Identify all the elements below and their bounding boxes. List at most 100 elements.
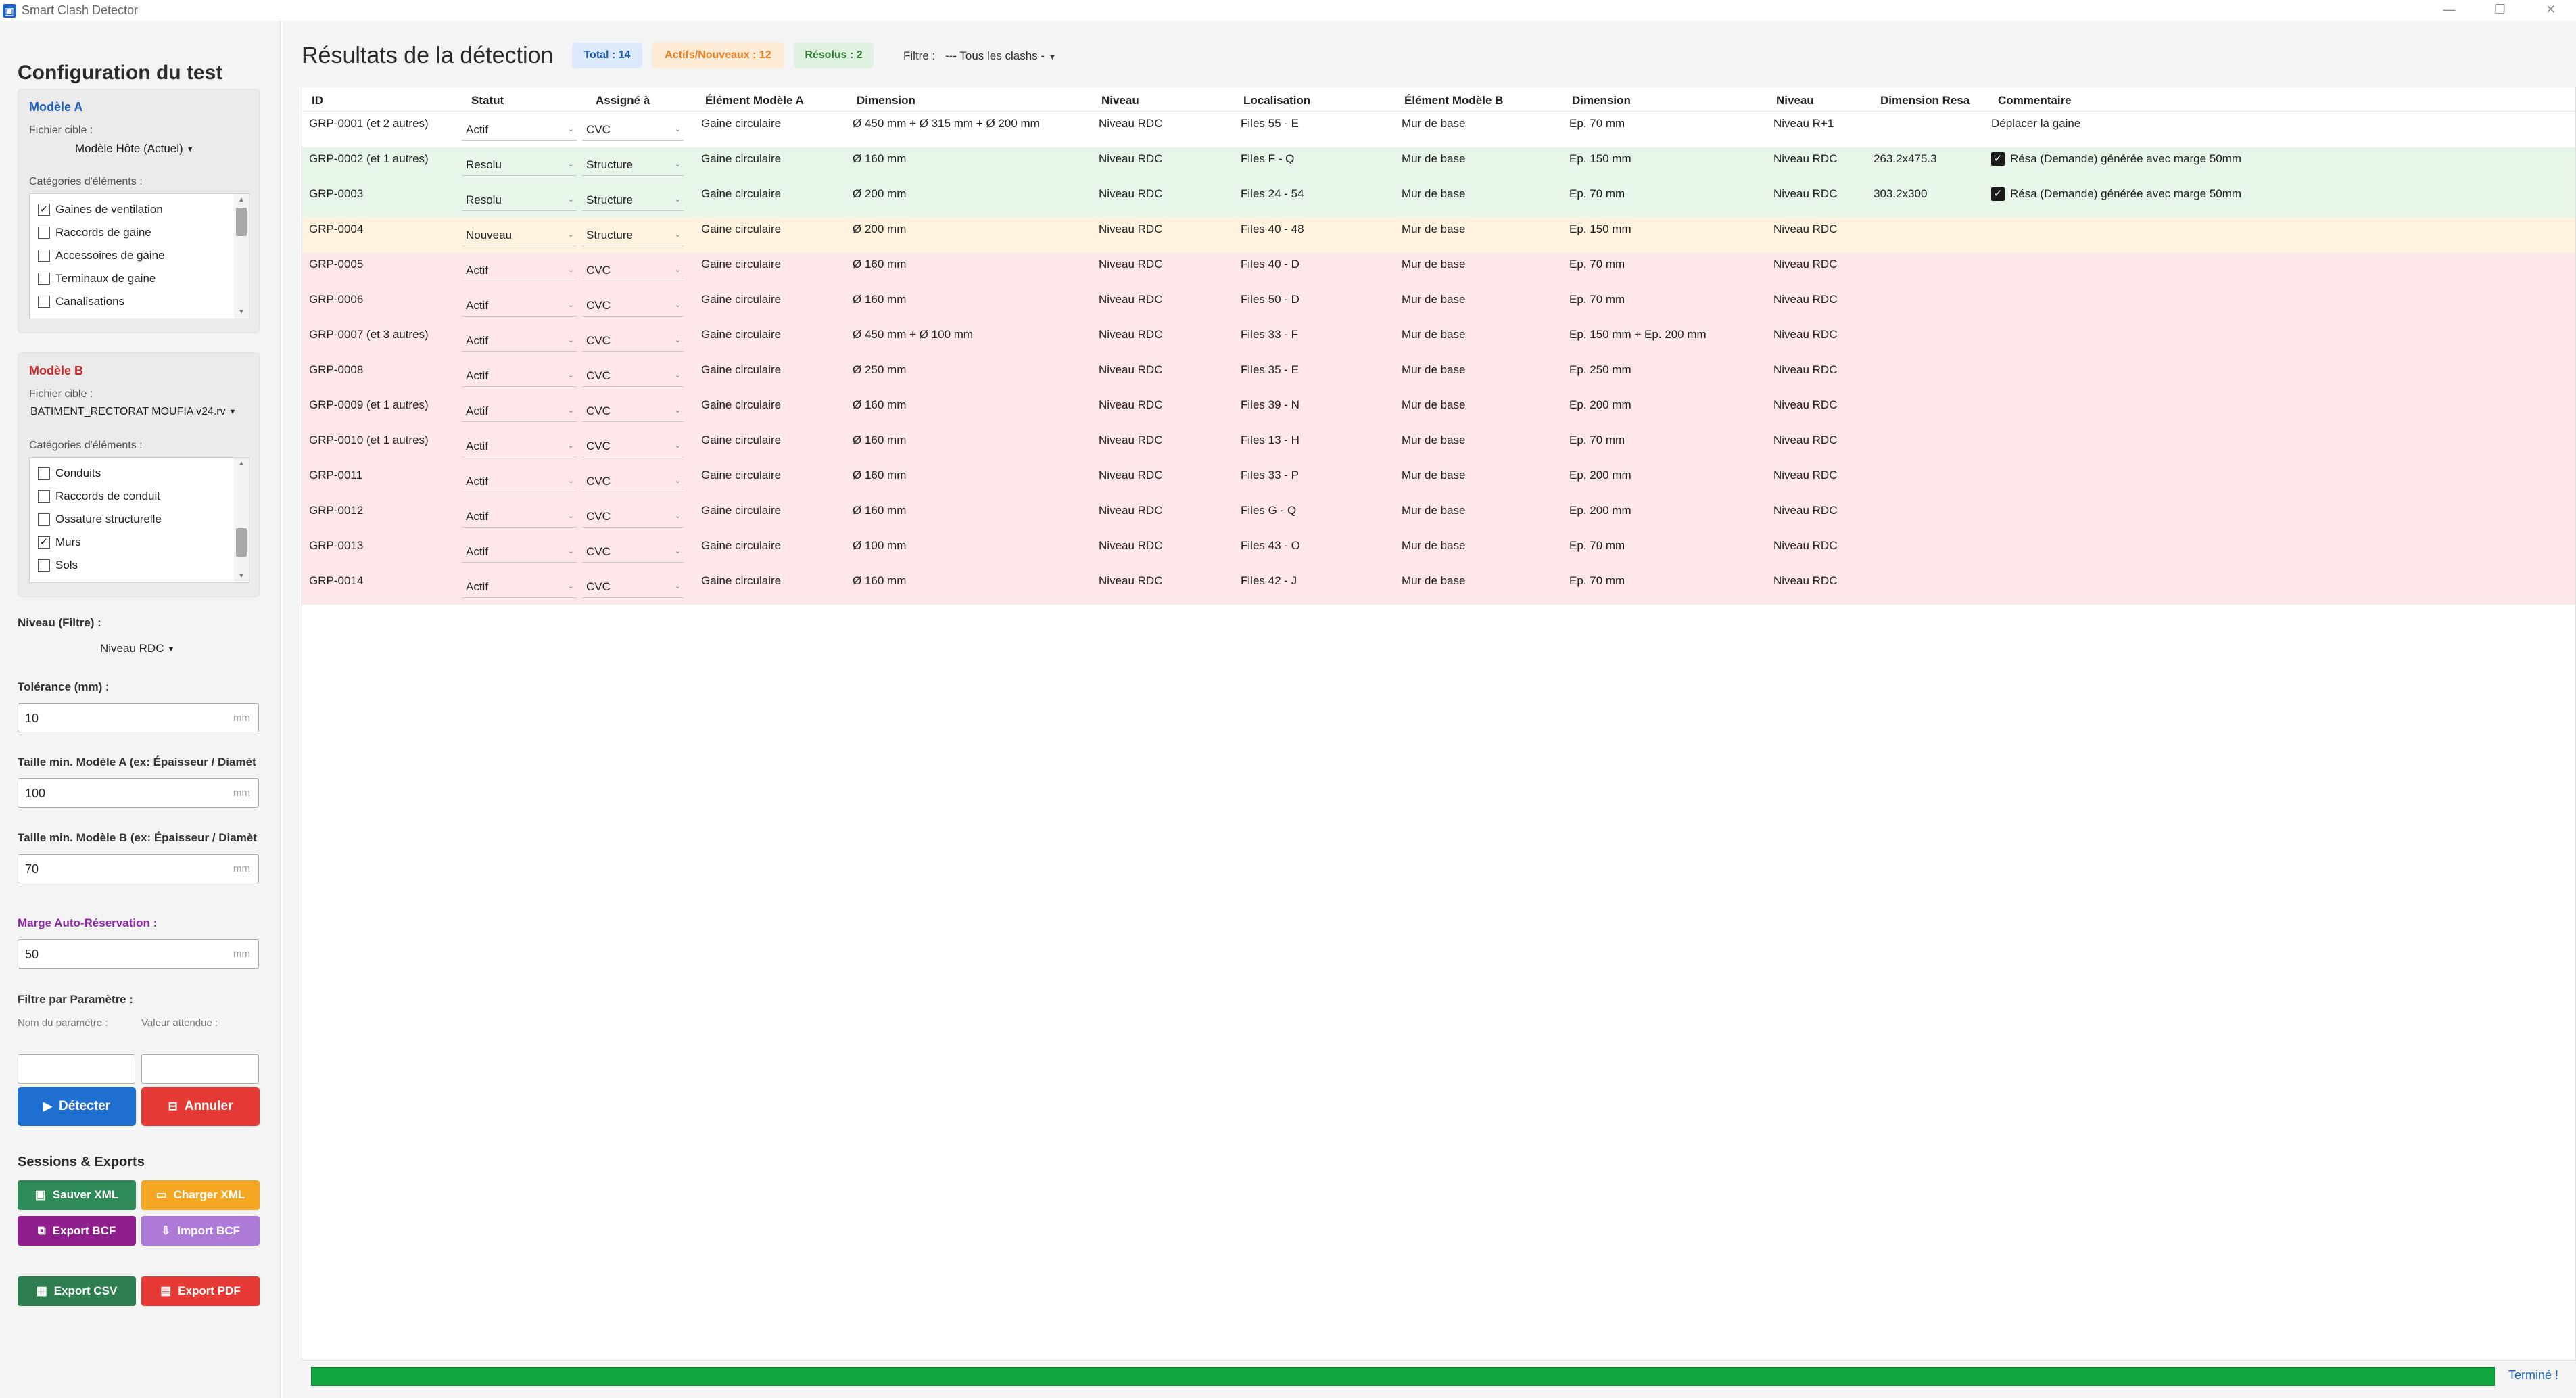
checkbox-icon[interactable] bbox=[38, 250, 50, 262]
checkbox-checked-icon[interactable]: ✓ bbox=[38, 204, 50, 216]
param-name-input[interactable] bbox=[18, 1054, 135, 1084]
column-header[interactable]: ID bbox=[312, 94, 323, 108]
column-header[interactable]: Dimension bbox=[857, 94, 915, 108]
model_a-category-item[interactable]: ✓ Gaines de ventilation bbox=[38, 201, 163, 218]
checkbox-checked-icon[interactable]: ✓ bbox=[1991, 187, 2005, 201]
status-combo[interactable]: Actif ⌄ bbox=[462, 510, 577, 528]
min-size-b-input[interactable]: 70 mm bbox=[18, 854, 259, 883]
checkbox-icon[interactable] bbox=[38, 467, 50, 480]
table-row[interactable]: GRP-0005 Actif ⌄ CVC ⌄ Gaine circulaire Ø 160 … bbox=[302, 253, 2575, 288]
close-icon[interactable]: ✕ bbox=[2525, 0, 2576, 21]
table-row[interactable]: GRP-0012 Actif ⌄ CVC ⌄ Gaine circulaire Ø 160 … bbox=[302, 499, 2575, 534]
status-combo[interactable]: Resolu ⌄ bbox=[462, 158, 577, 176]
checkbox-icon[interactable] bbox=[38, 513, 50, 526]
status-combo[interactable]: Actif ⌄ bbox=[462, 440, 577, 457]
checkbox-icon[interactable] bbox=[38, 296, 50, 308]
assigned-combo[interactable]: Structure ⌄ bbox=[582, 229, 684, 246]
status-combo[interactable]: Actif ⌄ bbox=[462, 580, 577, 598]
scrollbar[interactable]: ▲ ▼ bbox=[234, 458, 249, 582]
status-combo[interactable]: Nouveau ⌄ bbox=[462, 229, 577, 246]
scroll-thumb[interactable] bbox=[236, 528, 247, 557]
column-header[interactable]: Assigné à bbox=[596, 94, 650, 108]
scroll-thumb[interactable] bbox=[236, 208, 247, 236]
model_b-category-item[interactable]: Conduits bbox=[38, 465, 101, 482]
column-header[interactable]: Dimension Resa bbox=[1880, 94, 1970, 108]
model-b-file-dropdown[interactable]: BATIMENT_RECTORAT MOUFIA v24.rv ▼ bbox=[30, 406, 237, 418]
status-combo[interactable]: Actif ⌄ bbox=[462, 334, 577, 352]
assigned-combo[interactable]: CVC ⌄ bbox=[582, 264, 684, 281]
assigned-combo[interactable]: CVC ⌄ bbox=[582, 510, 684, 528]
table-row[interactable]: GRP-0007 (et 3 autres) Actif ⌄ CVC ⌄ Gaine ci… bbox=[302, 323, 2575, 358]
table-row[interactable]: GRP-0008 Actif ⌄ CVC ⌄ Gaine circulaire Ø 250 … bbox=[302, 358, 2575, 394]
assigned-combo[interactable]: CVC ⌄ bbox=[582, 299, 684, 317]
model_a-category-item[interactable]: Raccords de gaine bbox=[38, 224, 151, 241]
table-row[interactable]: GRP-0009 (et 1 autres) Actif ⌄ CVC ⌄ Gaine ci… bbox=[302, 394, 2575, 429]
model_b-category-item[interactable]: Ossature structurelle bbox=[38, 511, 162, 528]
save-xml-button[interactable]: ▣ Sauver XML bbox=[18, 1180, 136, 1210]
checkbox-icon[interactable] bbox=[38, 227, 50, 239]
table-row[interactable]: GRP-0003 Resolu ⌄ Structure ⌄ Gaine circulair… bbox=[302, 183, 2575, 218]
scroll-up-icon[interactable]: ▲ bbox=[234, 458, 249, 470]
param-value-input[interactable] bbox=[141, 1054, 259, 1084]
table-row[interactable]: GRP-0004 Nouveau ⌄ Structure ⌄ Gaine circulai… bbox=[302, 218, 2575, 253]
auto-margin-input[interactable]: 50 mm bbox=[18, 939, 259, 969]
checkbox-icon[interactable] bbox=[38, 273, 50, 285]
minimize-icon[interactable]: — bbox=[2424, 0, 2475, 21]
assigned-combo[interactable]: CVC ⌄ bbox=[582, 369, 684, 387]
detect-button[interactable]: ▶ Détecter bbox=[18, 1087, 136, 1126]
column-header[interactable]: Niveau bbox=[1101, 94, 1139, 108]
status-combo[interactable]: Actif ⌄ bbox=[462, 299, 577, 317]
assigned-combo[interactable]: Structure ⌄ bbox=[582, 193, 684, 211]
column-header[interactable]: Niveau bbox=[1776, 94, 1814, 108]
table-row[interactable]: GRP-0002 (et 1 autres) Resolu ⌄ Structure ⌄ G… bbox=[302, 147, 2575, 183]
status-combo[interactable]: Actif ⌄ bbox=[462, 545, 577, 563]
model_b-category-item[interactable]: Sols bbox=[38, 557, 78, 574]
scroll-down-icon[interactable]: ▼ bbox=[234, 570, 249, 582]
import-bcf-button[interactable]: ⇩ Import BCF bbox=[141, 1216, 260, 1246]
model_a-category-item[interactable]: Accessoires de gaine bbox=[38, 247, 165, 264]
assigned-combo[interactable]: CVC ⌄ bbox=[582, 545, 684, 563]
assigned-combo[interactable]: CVC ⌄ bbox=[582, 440, 684, 457]
table-row[interactable]: GRP-0011 Actif ⌄ CVC ⌄ Gaine circulaire Ø 160 … bbox=[302, 464, 2575, 499]
status-combo[interactable]: Actif ⌄ bbox=[462, 123, 577, 141]
table-row[interactable]: GRP-0001 (et 2 autres) Actif ⌄ CVC ⌄ Gaine ci… bbox=[302, 112, 2575, 147]
assigned-combo[interactable]: Structure ⌄ bbox=[582, 158, 684, 176]
model-a-categories-list[interactable]: ▲ ▼ ✓ Gaines de ventilation Raccords de ga… bbox=[29, 193, 249, 319]
column-header[interactable]: Statut bbox=[471, 94, 504, 108]
model-b-categories-list[interactable]: ▲ ▼ Conduits Raccords de conduit Ossature … bbox=[29, 457, 249, 583]
export-csv-button[interactable]: ▦ Export CSV bbox=[18, 1276, 136, 1306]
column-header[interactable]: Élément Modèle A bbox=[705, 94, 804, 108]
scroll-down-icon[interactable]: ▼ bbox=[234, 306, 249, 319]
min-size-a-input[interactable]: 100 mm bbox=[18, 778, 259, 808]
tolerance-input[interactable]: 10 mm bbox=[18, 703, 259, 732]
level-filter-dropdown[interactable]: Niveau RDC ▼ bbox=[100, 642, 174, 655]
table-row[interactable]: GRP-0006 Actif ⌄ CVC ⌄ Gaine circulaire Ø 160 … bbox=[302, 288, 2575, 323]
export-pdf-button[interactable]: ▤ Export PDF bbox=[141, 1276, 260, 1306]
status-combo[interactable]: Actif ⌄ bbox=[462, 404, 577, 422]
model-a-file-dropdown[interactable]: Modèle Hôte (Actuel) ▼ bbox=[75, 142, 194, 156]
status-combo[interactable]: Resolu ⌄ bbox=[462, 193, 577, 211]
status-combo[interactable]: Actif ⌄ bbox=[462, 264, 577, 281]
column-header[interactable]: Dimension bbox=[1572, 94, 1631, 108]
table-row[interactable]: GRP-0013 Actif ⌄ CVC ⌄ Gaine circulaire Ø 100 … bbox=[302, 534, 2575, 569]
assigned-combo[interactable]: CVC ⌄ bbox=[582, 123, 684, 141]
column-header[interactable]: Élément Modèle B bbox=[1404, 94, 1503, 108]
assigned-combo[interactable]: CVC ⌄ bbox=[582, 580, 684, 598]
filter-dropdown[interactable]: --- Tous les clashs - ▼ bbox=[945, 49, 1056, 63]
model_a-category-item[interactable]: Terminaux de gaine bbox=[38, 270, 156, 287]
model_b-category-item[interactable]: ✓ Murs bbox=[38, 534, 81, 551]
column-header[interactable]: Localisation bbox=[1243, 94, 1310, 108]
assigned-combo[interactable]: CVC ⌄ bbox=[582, 475, 684, 492]
scrollbar[interactable]: ▲ ▼ bbox=[234, 194, 249, 319]
checkbox-icon[interactable] bbox=[38, 559, 50, 572]
assigned-combo[interactable]: CVC ⌄ bbox=[582, 404, 684, 422]
assigned-combo[interactable]: CVC ⌄ bbox=[582, 334, 684, 352]
export-bcf-button[interactable]: ⧉ Export BCF bbox=[18, 1216, 136, 1246]
status-combo[interactable]: Actif ⌄ bbox=[462, 369, 577, 387]
restore-icon[interactable]: ❐ bbox=[2475, 0, 2525, 21]
column-header[interactable]: Commentaire bbox=[1998, 94, 2072, 108]
table-row[interactable]: GRP-0014 Actif ⌄ CVC ⌄ Gaine circulaire Ø 160 … bbox=[302, 569, 2575, 605]
scroll-up-icon[interactable]: ▲ bbox=[234, 194, 249, 206]
checkbox-icon[interactable] bbox=[38, 490, 50, 503]
model_a-category-item[interactable]: Canalisations bbox=[38, 293, 124, 310]
